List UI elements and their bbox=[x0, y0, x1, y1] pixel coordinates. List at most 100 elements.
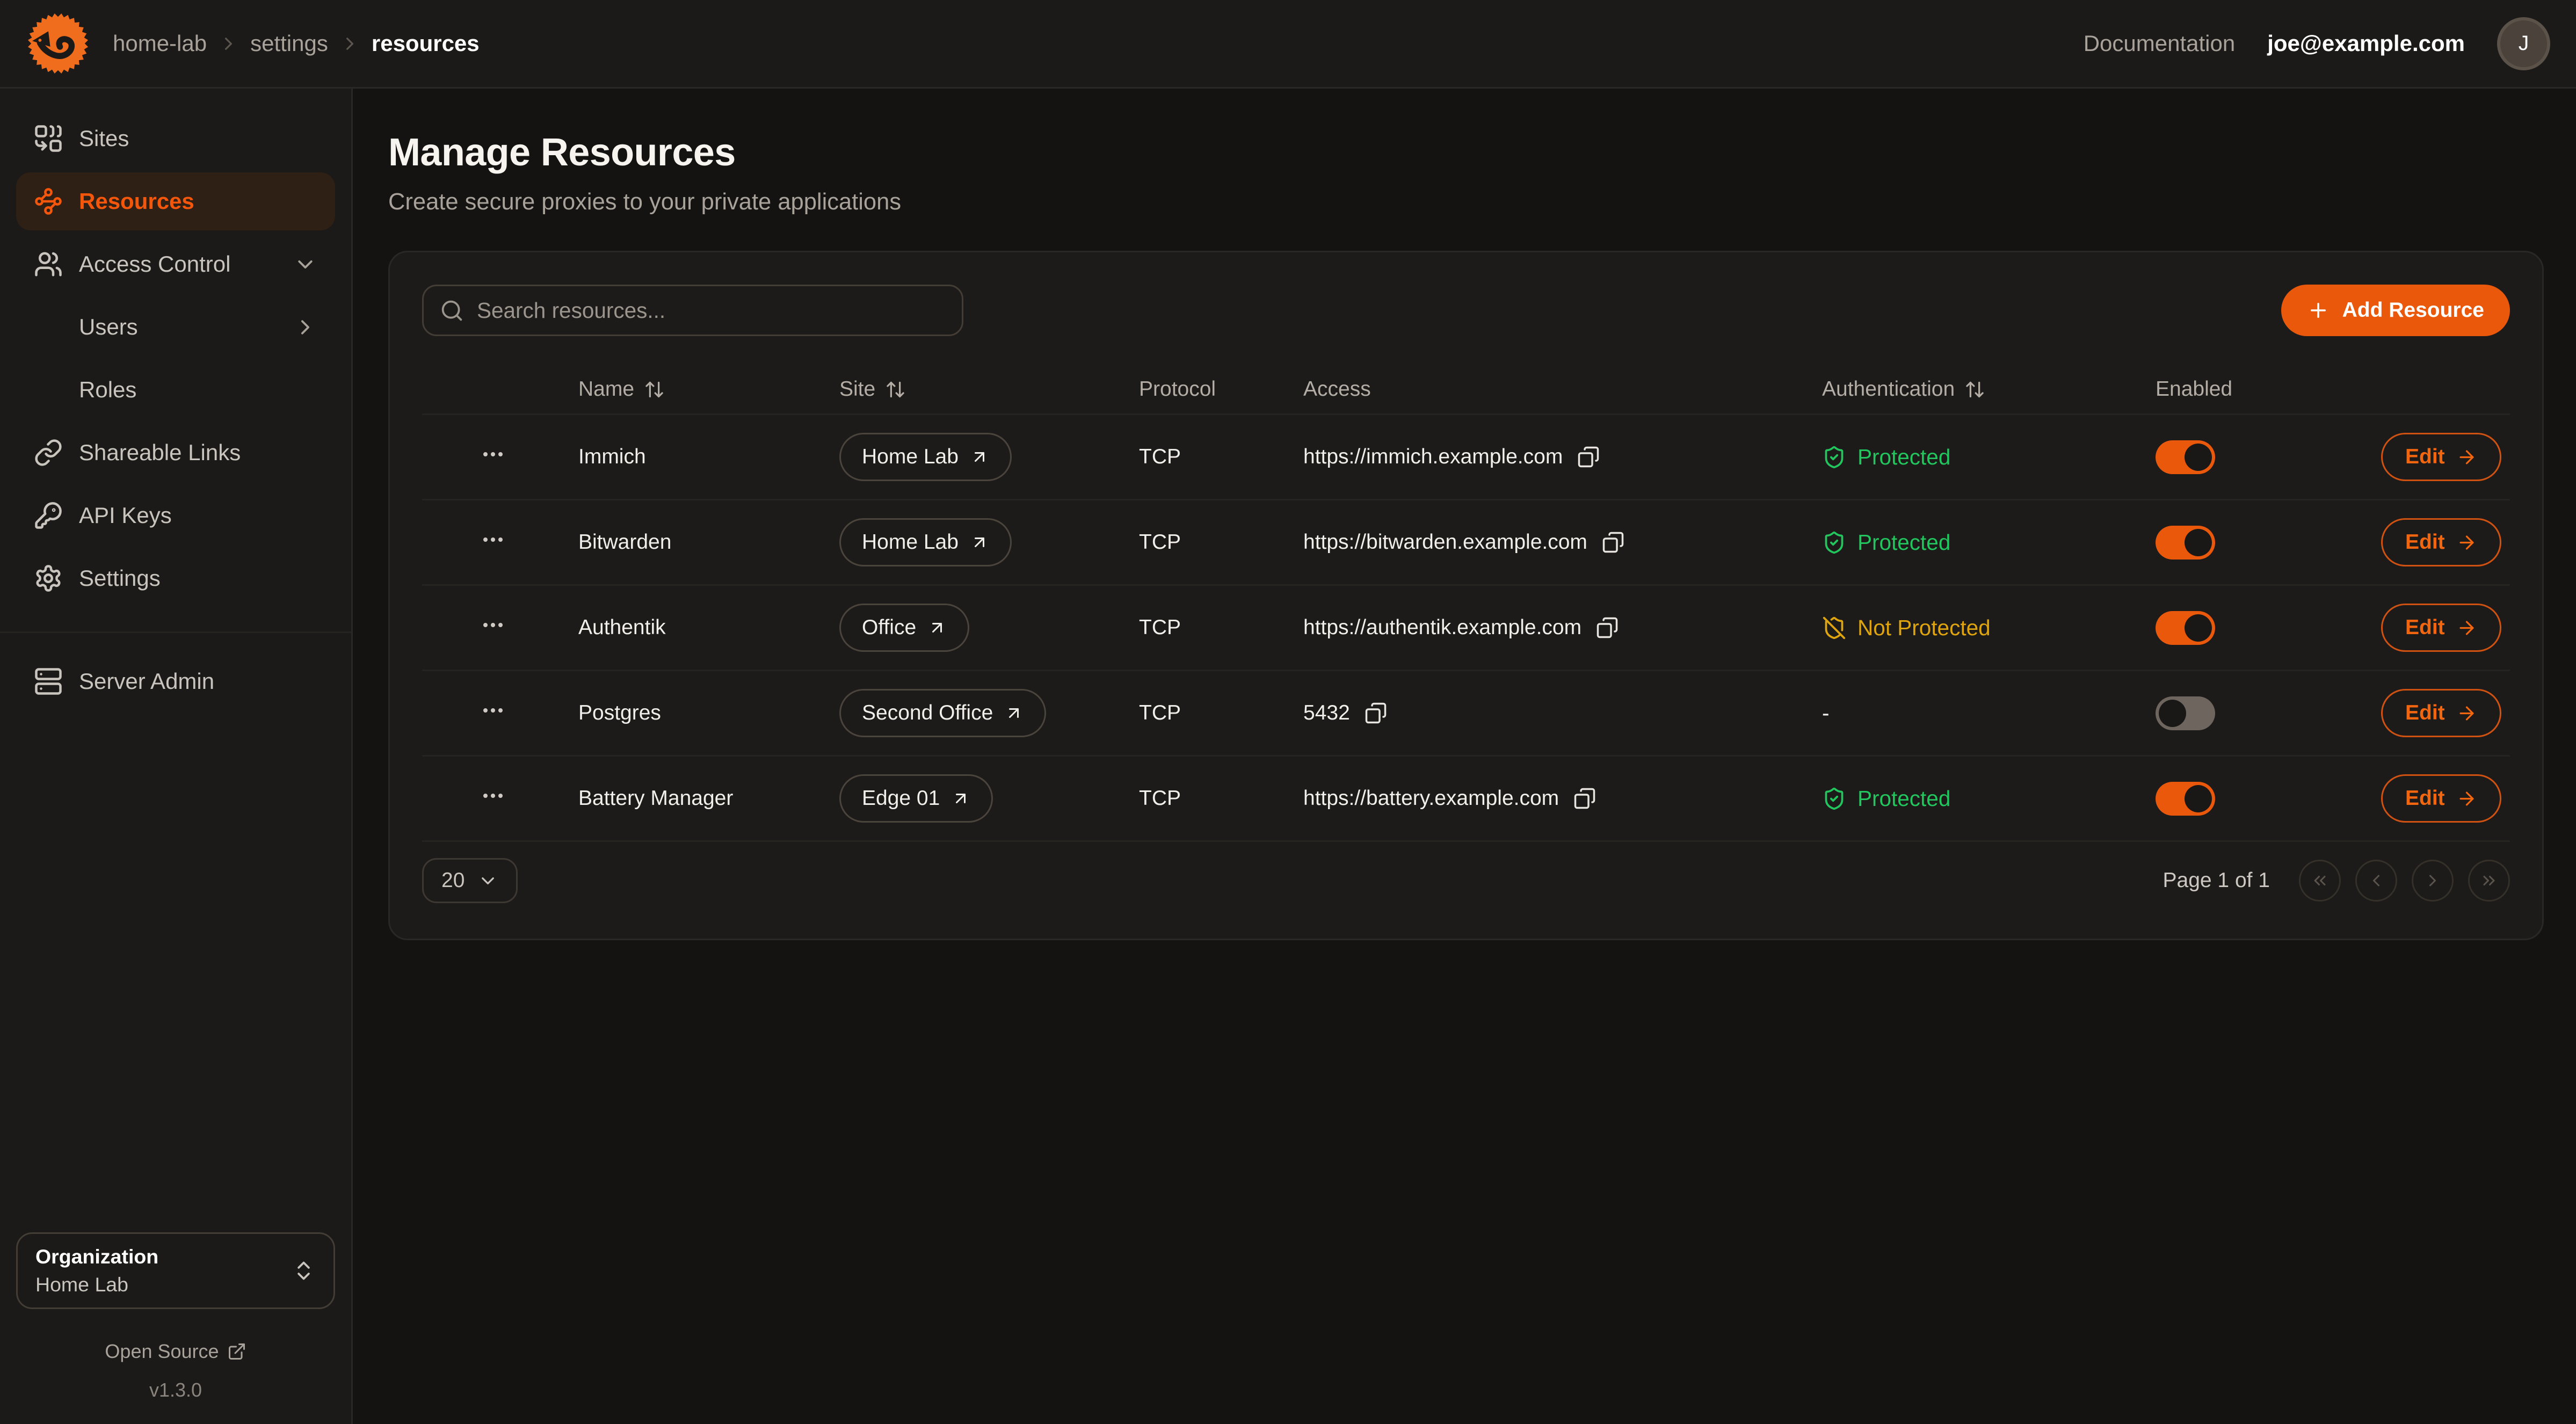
edit-button[interactable]: Edit bbox=[2381, 604, 2501, 652]
protocol-value: TCP bbox=[1139, 616, 1303, 640]
row-menu-button[interactable] bbox=[480, 698, 506, 723]
add-resource-button[interactable]: Add Resource bbox=[2281, 285, 2510, 336]
previous-page-button[interactable] bbox=[2355, 860, 2397, 902]
site-name: Edge 01 bbox=[862, 787, 940, 810]
documentation-link[interactable]: Documentation bbox=[2084, 31, 2236, 56]
breadcrumb: home-lab settings resources bbox=[113, 31, 480, 56]
avatar[interactable]: J bbox=[2497, 17, 2550, 70]
chevron-down-icon bbox=[477, 870, 498, 891]
column-header-site[interactable]: Site bbox=[839, 377, 1139, 401]
access-url: https://bitwarden.example.com bbox=[1303, 531, 1587, 554]
row-menu-button[interactable] bbox=[480, 441, 506, 467]
protocol-value: TCP bbox=[1139, 445, 1303, 469]
column-header-name[interactable]: Name bbox=[578, 377, 839, 401]
resources-icon bbox=[34, 187, 63, 216]
sidebar-item-label: Resources bbox=[79, 188, 317, 214]
sidebar-item-label: Shareable Links bbox=[79, 440, 317, 466]
enabled-toggle[interactable] bbox=[2156, 782, 2215, 816]
copy-icon[interactable] bbox=[1596, 616, 1619, 639]
sidebar-item-settings[interactable]: Settings bbox=[16, 549, 335, 607]
edit-label: Edit bbox=[2405, 787, 2445, 810]
resource-name: Bitwarden bbox=[578, 531, 839, 554]
copy-icon[interactable] bbox=[1577, 446, 1600, 468]
table-header: Name Site Protocol Access Authentication bbox=[422, 365, 2510, 413]
pangolin-logo-icon[interactable] bbox=[26, 11, 90, 76]
organization-value: Home Lab bbox=[35, 1273, 292, 1296]
sort-icon bbox=[644, 379, 665, 400]
first-page-button[interactable] bbox=[2299, 860, 2341, 902]
edit-label: Edit bbox=[2405, 445, 2445, 469]
external-link-icon bbox=[227, 1342, 246, 1361]
column-header-protocol: Protocol bbox=[1139, 377, 1303, 401]
row-menu-button[interactable] bbox=[480, 527, 506, 553]
table-row: Postgres Second Office TCP 5432 - Edit bbox=[422, 670, 2510, 755]
site-chip[interactable]: Home Lab bbox=[839, 518, 1012, 566]
resource-name: Authentik bbox=[578, 616, 839, 640]
table-body: Immich Home Lab TCP https://immich.examp… bbox=[422, 413, 2510, 842]
sidebar-item-resources[interactable]: Resources bbox=[16, 172, 335, 230]
sidebar-item-server-admin[interactable]: Server Admin bbox=[16, 652, 335, 710]
protocol-value: TCP bbox=[1139, 701, 1303, 725]
sort-icon bbox=[885, 379, 906, 400]
table-row: Immich Home Lab TCP https://immich.examp… bbox=[422, 413, 2510, 499]
sidebar-item-users[interactable]: Users bbox=[16, 298, 335, 356]
enabled-toggle[interactable] bbox=[2156, 696, 2215, 730]
access-url: https://authentik.example.com bbox=[1303, 616, 1581, 640]
sidebar-item-label: Settings bbox=[79, 565, 317, 591]
sidebar-item-roles[interactable]: Roles bbox=[16, 361, 335, 419]
breadcrumb-resources[interactable]: resources bbox=[372, 31, 480, 56]
sites-icon bbox=[34, 124, 63, 153]
arrow-right-icon bbox=[2456, 788, 2477, 809]
copy-icon[interactable] bbox=[1602, 531, 1624, 554]
site-chip[interactable]: Office bbox=[839, 604, 969, 652]
site-chip[interactable]: Edge 01 bbox=[839, 774, 993, 823]
sort-icon bbox=[1964, 379, 1985, 400]
site-chip[interactable]: Home Lab bbox=[839, 433, 1012, 481]
chevrons-left-icon bbox=[2310, 871, 2330, 890]
sidebar-item-api-keys[interactable]: API Keys bbox=[16, 486, 335, 544]
arrow-right-icon bbox=[2456, 532, 2477, 553]
access-url: https://battery.example.com bbox=[1303, 787, 1559, 810]
site-chip[interactable]: Second Office bbox=[839, 689, 1046, 737]
next-page-button[interactable] bbox=[2412, 860, 2454, 902]
edit-button[interactable]: Edit bbox=[2381, 433, 2501, 481]
chevron-down-icon bbox=[293, 252, 317, 277]
sidebar-item-access-control[interactable]: Access Control bbox=[16, 235, 335, 293]
site-name: Home Lab bbox=[862, 531, 959, 554]
column-header-enabled: Enabled bbox=[2156, 377, 2381, 401]
row-menu-button[interactable] bbox=[480, 783, 506, 809]
site-name: Second Office bbox=[862, 701, 993, 725]
breadcrumb-org[interactable]: home-lab bbox=[113, 31, 207, 56]
protocol-value: TCP bbox=[1139, 531, 1303, 554]
enabled-toggle[interactable] bbox=[2156, 526, 2215, 560]
edit-button[interactable]: Edit bbox=[2381, 689, 2501, 737]
sidebar-item-label: Sites bbox=[79, 126, 317, 151]
open-source-link[interactable]: Open Source bbox=[105, 1340, 246, 1363]
version-label: v1.3.0 bbox=[16, 1379, 335, 1401]
copy-icon[interactable] bbox=[1365, 702, 1387, 724]
enabled-toggle[interactable] bbox=[2156, 440, 2215, 474]
column-header-authentication[interactable]: Authentication bbox=[1822, 377, 2156, 401]
sidebar-item-label: Access Control bbox=[79, 251, 277, 277]
authentication-status: Protected bbox=[1822, 786, 2156, 811]
page-size-select[interactable]: 20 bbox=[422, 858, 518, 903]
breadcrumb-settings[interactable]: settings bbox=[250, 31, 328, 56]
authentication-status: Protected bbox=[1822, 530, 2156, 555]
organization-selector[interactable]: Organization Home Lab bbox=[16, 1232, 335, 1309]
sidebar-item-label: Roles bbox=[79, 377, 317, 403]
sidebar-item-sites[interactable]: Sites bbox=[16, 110, 335, 168]
row-menu-button[interactable] bbox=[480, 612, 506, 638]
last-page-button[interactable] bbox=[2468, 860, 2510, 902]
edit-button[interactable]: Edit bbox=[2381, 774, 2501, 823]
copy-icon[interactable] bbox=[1573, 787, 1596, 810]
user-email[interactable]: joe@example.com bbox=[2267, 31, 2465, 56]
search-icon bbox=[440, 299, 464, 323]
sidebar-item-shareable-links[interactable]: Shareable Links bbox=[16, 424, 335, 482]
enabled-toggle[interactable] bbox=[2156, 611, 2215, 645]
search-input[interactable] bbox=[422, 285, 963, 336]
arrow-right-icon bbox=[2456, 447, 2477, 468]
arrow-up-right-icon bbox=[951, 789, 970, 808]
edit-button[interactable]: Edit bbox=[2381, 518, 2501, 566]
resource-name: Battery Manager bbox=[578, 787, 839, 810]
plus-icon bbox=[2307, 299, 2330, 322]
